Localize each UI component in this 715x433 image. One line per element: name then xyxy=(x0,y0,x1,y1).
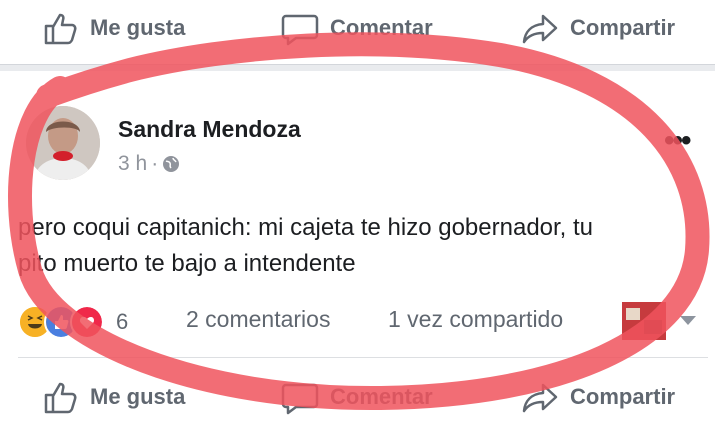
share-label: Compartir xyxy=(570,384,676,409)
reaction-count: 6 xyxy=(116,309,129,334)
comment-label-top: Comentar xyxy=(330,15,433,40)
post-time[interactable]: 3 h xyxy=(118,152,147,176)
actions-divider xyxy=(18,357,708,358)
comments-count-link[interactable]: 2 comentarios xyxy=(186,306,330,333)
comment-button-top[interactable]: Comentar xyxy=(280,8,433,48)
post-text: pero coqui capitanich: mi cajeta te hizo… xyxy=(18,210,708,282)
like-label: Me gusta xyxy=(90,384,186,409)
profile-photo-icon xyxy=(26,106,100,180)
post-meta: 3 h · xyxy=(118,152,180,176)
share-label-top: Compartir xyxy=(570,15,676,40)
comment-label: Comentar xyxy=(330,384,433,409)
like-button-top[interactable]: Me gusta xyxy=(40,8,185,48)
avatar[interactable] xyxy=(26,106,100,180)
bottom-action-bar: Me gusta Comentar Compartir xyxy=(0,369,715,429)
speech-bubble-icon xyxy=(281,383,319,415)
more-options-icon[interactable]: ••• xyxy=(664,124,691,158)
shares-count-link[interactable]: 1 vez compartido xyxy=(388,306,563,333)
globe-icon xyxy=(163,156,180,172)
post-text-line-1: pero coqui capitanich: mi cajeta te hizo… xyxy=(18,214,594,241)
comment-button[interactable]: Comentar xyxy=(280,377,433,417)
thumbs-up-icon xyxy=(44,13,77,45)
share-arrow-icon xyxy=(522,14,558,44)
thumbs-up-icon xyxy=(44,382,77,414)
chevron-down-icon[interactable] xyxy=(680,316,696,325)
speech-bubble-icon xyxy=(281,14,319,46)
share-button[interactable]: Compartir xyxy=(520,377,675,417)
sharer-thumbnail[interactable] xyxy=(622,302,666,340)
like-button[interactable]: Me gusta xyxy=(40,377,185,417)
share-button-top[interactable]: Compartir xyxy=(520,8,675,48)
share-arrow-icon xyxy=(522,383,558,413)
top-action-bar: Me gusta Comentar Compartir xyxy=(0,0,715,60)
reactions-summary[interactable]: 6 xyxy=(18,302,128,342)
post-text-line-2: pito muerto te bajo a intendente xyxy=(18,250,356,277)
feed-separator xyxy=(0,64,715,71)
love-icon xyxy=(70,305,104,339)
meta-separator: · xyxy=(151,152,159,175)
like-label-top: Me gusta xyxy=(90,15,186,40)
thumbnail-image-icon xyxy=(622,302,666,340)
author-name[interactable]: Sandra Mendoza xyxy=(118,116,301,143)
